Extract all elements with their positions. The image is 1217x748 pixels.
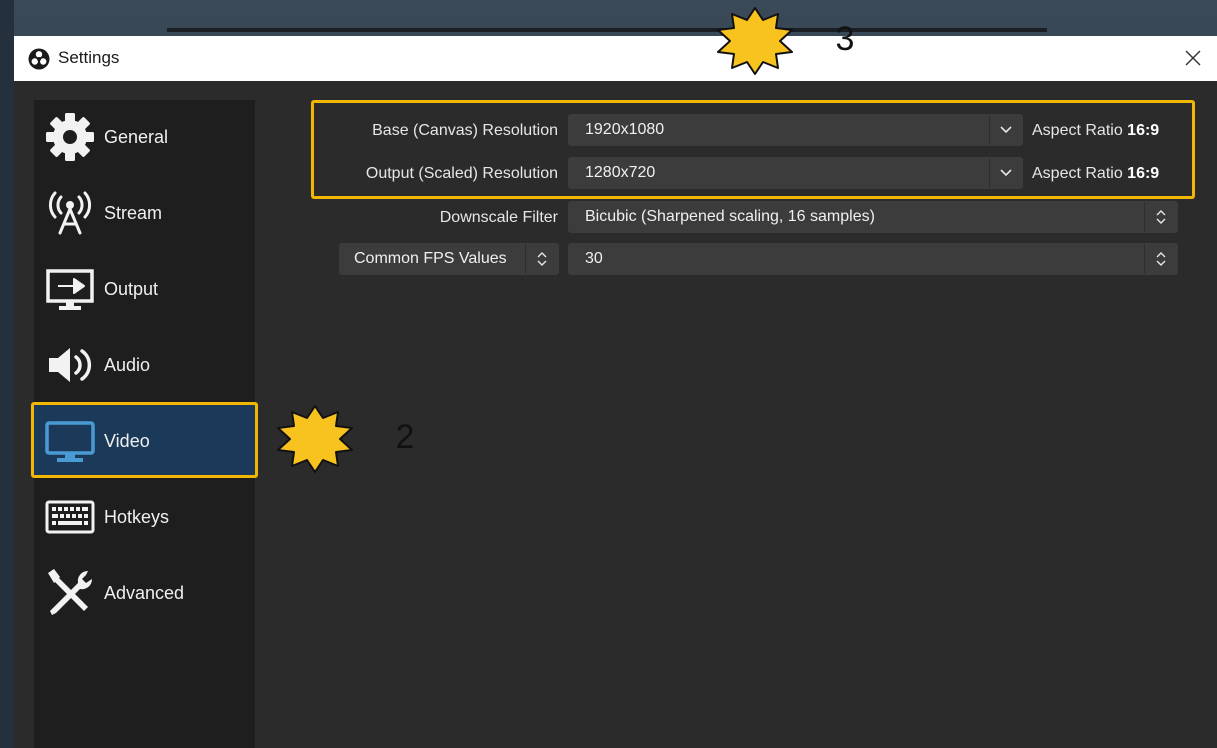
sidebar-item-label: General: [104, 126, 169, 147]
step-badge-3: 3: [710, 6, 854, 76]
tools-icon: [42, 565, 98, 621]
downscale-filter-value: Bicubic (Sharpened scaling, 16 samples): [585, 208, 875, 225]
sidebar-item-advanced[interactable]: Advanced: [34, 557, 255, 629]
speaker-icon: [42, 337, 98, 393]
broadcast-antenna-icon: [42, 185, 98, 241]
sidebar-item-audio[interactable]: Audio: [34, 329, 255, 401]
monitor-icon: [42, 413, 98, 469]
sidebar-item-output[interactable]: Output: [34, 253, 255, 325]
up-down-arrows-icon[interactable]: [1145, 202, 1177, 232]
sidebar-item-stream[interactable]: Stream: [34, 177, 255, 249]
settings-sidebar: General Stream Output Audio Video Hotkey…: [31, 100, 258, 748]
sidebar-item-label: Output: [104, 278, 159, 299]
sidebar-item-general[interactable]: General: [34, 101, 255, 173]
downscale-filter-label: Downscale Filter: [439, 209, 558, 226]
window-title: Settings: [58, 48, 120, 67]
sidebar-item-label: Hotkeys: [104, 506, 170, 527]
fps-type-combo[interactable]: Common FPS Values: [339, 243, 559, 275]
sidebar-item-video[interactable]: Video: [31, 402, 258, 478]
sidebar-item-label: Advanced: [104, 582, 185, 603]
sidebar-item-label: Video: [104, 430, 150, 451]
sidebar-item-label: Stream: [104, 202, 163, 223]
fps-type-value: Common FPS Values: [354, 250, 507, 267]
up-down-arrows-icon[interactable]: [526, 244, 558, 274]
sidebar-item-label: Audio: [104, 354, 151, 375]
downscale-filter-combo[interactable]: Bicubic (Sharpened scaling, 16 samples): [568, 201, 1178, 233]
desktop-window-edge: [167, 28, 1047, 32]
step-badge-number: 2: [395, 418, 415, 456]
resolution-highlight-outline: [311, 100, 1195, 199]
monitor-arrow-icon: [42, 261, 98, 317]
close-icon[interactable]: [1179, 44, 1207, 72]
gear-icon: [42, 109, 98, 165]
step-badge-number: 3: [835, 20, 855, 58]
settings-window: Settings General Stream Output Audio Vid…: [14, 36, 1217, 748]
keyboard-icon: [42, 489, 98, 545]
title-bar: Settings: [14, 36, 1217, 81]
obs-logo-icon: [28, 48, 50, 70]
fps-value: 30: [585, 250, 603, 267]
step-badge-2: 2: [270, 404, 414, 474]
sidebar-item-hotkeys[interactable]: Hotkeys: [34, 481, 255, 553]
desktop-background: [0, 0, 14, 748]
up-down-arrows-icon[interactable]: [1145, 244, 1177, 274]
fps-value-combo[interactable]: 30: [568, 243, 1178, 275]
